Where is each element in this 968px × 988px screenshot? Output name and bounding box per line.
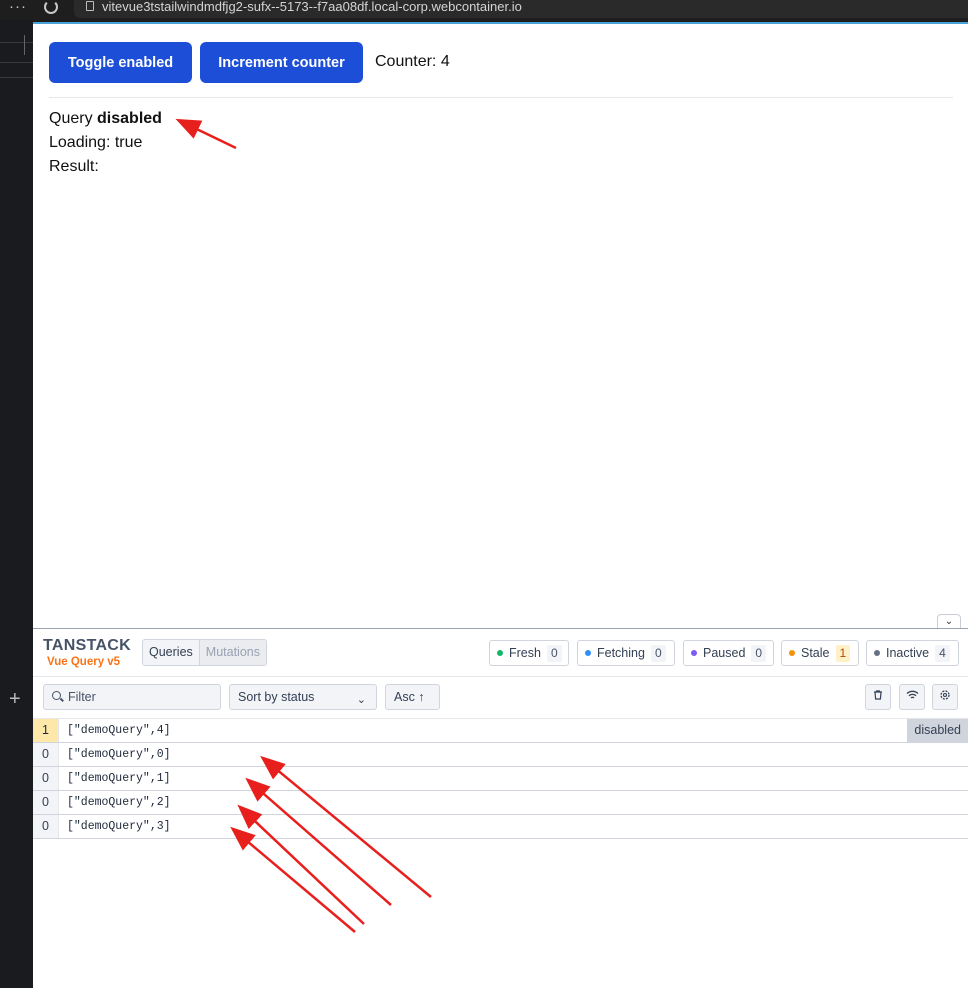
loading-status: Loading: true [49, 134, 143, 151]
increment-counter-button[interactable]: Increment counter [200, 42, 363, 83]
browser-toolbar: ··· vitevue3tstailwindmdfjg2-sufx--5173-… [0, 0, 968, 20]
query-row[interactable]: 0 ["demoQuery",1] [33, 767, 968, 791]
status-dot-icon [585, 650, 591, 656]
status-badge-fetching: Fetching 0 [577, 640, 675, 666]
status-dot-icon [497, 650, 503, 656]
counter-text: Counter: 4 [375, 53, 450, 70]
query-state-badge: disabled [907, 719, 968, 742]
gear-icon [940, 690, 950, 700]
sort-direction-button[interactable]: Asc ↑ [385, 684, 440, 710]
status-badge-inactive: Inactive 4 [866, 640, 959, 666]
side-rail: + [0, 20, 33, 988]
search-icon [52, 691, 61, 700]
query-key: ["demoQuery",1] [67, 772, 171, 785]
trash-icon [874, 690, 882, 700]
query-key: ["demoQuery",0] [67, 748, 171, 761]
status-badge-fresh: Fresh 0 [489, 640, 569, 666]
query-key: ["demoQuery",3] [67, 820, 171, 833]
wifi-icon [906, 690, 918, 699]
view-tabs: Queries Mutations [142, 639, 267, 666]
badge-count: 0 [751, 644, 767, 662]
devtools-toolbar: Filter Sort by status ⌄ Asc ↑ [33, 677, 968, 719]
vue-query-version: Vue Query v5 [47, 656, 121, 668]
badge-label: Paused [703, 646, 746, 660]
settings-button[interactable] [932, 684, 958, 710]
tab-mutations[interactable]: Mutations [198, 640, 266, 665]
filter-placeholder: Filter [68, 690, 96, 704]
badge-label: Fetching [597, 646, 645, 660]
result-label: Result: [49, 158, 99, 175]
chevron-down-icon: ⌄ [356, 694, 366, 706]
badge-count: 0 [546, 644, 562, 662]
query-devtools-panel: TANSTACK Vue Query v5 Queries Mutations … [33, 628, 968, 988]
badge-count: 4 [935, 644, 950, 662]
badge-count: 1 [835, 644, 851, 662]
sort-select[interactable]: Sort by status ⌄ [229, 684, 377, 710]
tanstack-logo[interactable]: TANSTACK [43, 637, 131, 655]
badge-label: Inactive [886, 646, 930, 660]
query-row[interactable]: 0 ["demoQuery",0] [33, 743, 968, 767]
more-menu-icon[interactable]: ··· [9, 0, 27, 15]
divider [24, 35, 25, 55]
app-page: Toggle enabled Increment counter Counter… [33, 22, 968, 628]
status-dot-icon [691, 650, 697, 656]
query-key: ["demoQuery",2] [67, 796, 171, 809]
query-row[interactable]: 1 ["demoQuery",4] disabled [33, 719, 968, 743]
query-status: Query disabled [49, 110, 162, 128]
query-row[interactable]: 0 ["demoQuery",2] [33, 791, 968, 815]
status-dot-icon [874, 650, 880, 656]
reload-icon[interactable] [44, 0, 58, 14]
mock-offline-button[interactable] [899, 684, 925, 710]
chevron-down-icon: ⌄ [944, 616, 954, 627]
query-list: 1 ["demoQuery",4] disabled 0 ["demoQuery… [33, 719, 968, 839]
add-icon[interactable]: + [9, 688, 21, 711]
divider [49, 97, 953, 98]
divider [0, 77, 33, 78]
divider [0, 42, 33, 43]
status-badge-paused: Paused 0 [683, 640, 774, 666]
badge-count: 0 [650, 644, 666, 662]
query-status-label: Query [49, 110, 93, 127]
toggle-enabled-button[interactable]: Toggle enabled [49, 42, 192, 83]
query-status-value: disabled [97, 110, 162, 127]
status-dot-icon [789, 650, 795, 656]
clear-cache-button[interactable] [865, 684, 891, 710]
filter-input[interactable]: Filter [43, 684, 221, 710]
url-text[interactable]: vitevue3tstailwindmdfjg2-sufx--5173--f7a… [102, 0, 522, 14]
sort-label: Sort by status [238, 690, 315, 704]
devtools-header: TANSTACK Vue Query v5 Queries Mutations … [33, 629, 968, 677]
divider [0, 62, 33, 63]
lock-icon [86, 1, 94, 11]
observer-count: 0 [33, 791, 59, 814]
observer-count: 0 [33, 815, 59, 838]
badge-label: Fresh [509, 646, 541, 660]
tab-queries[interactable]: Queries [143, 640, 199, 665]
status-badge-stale: Stale 1 [781, 640, 859, 666]
badge-label: Stale [801, 646, 830, 660]
observer-count: 0 [33, 743, 59, 766]
query-row[interactable]: 0 ["demoQuery",3] [33, 815, 968, 839]
observer-count: 0 [33, 767, 59, 790]
observer-count: 1 [33, 719, 59, 742]
query-key: ["demoQuery",4] [67, 724, 171, 737]
